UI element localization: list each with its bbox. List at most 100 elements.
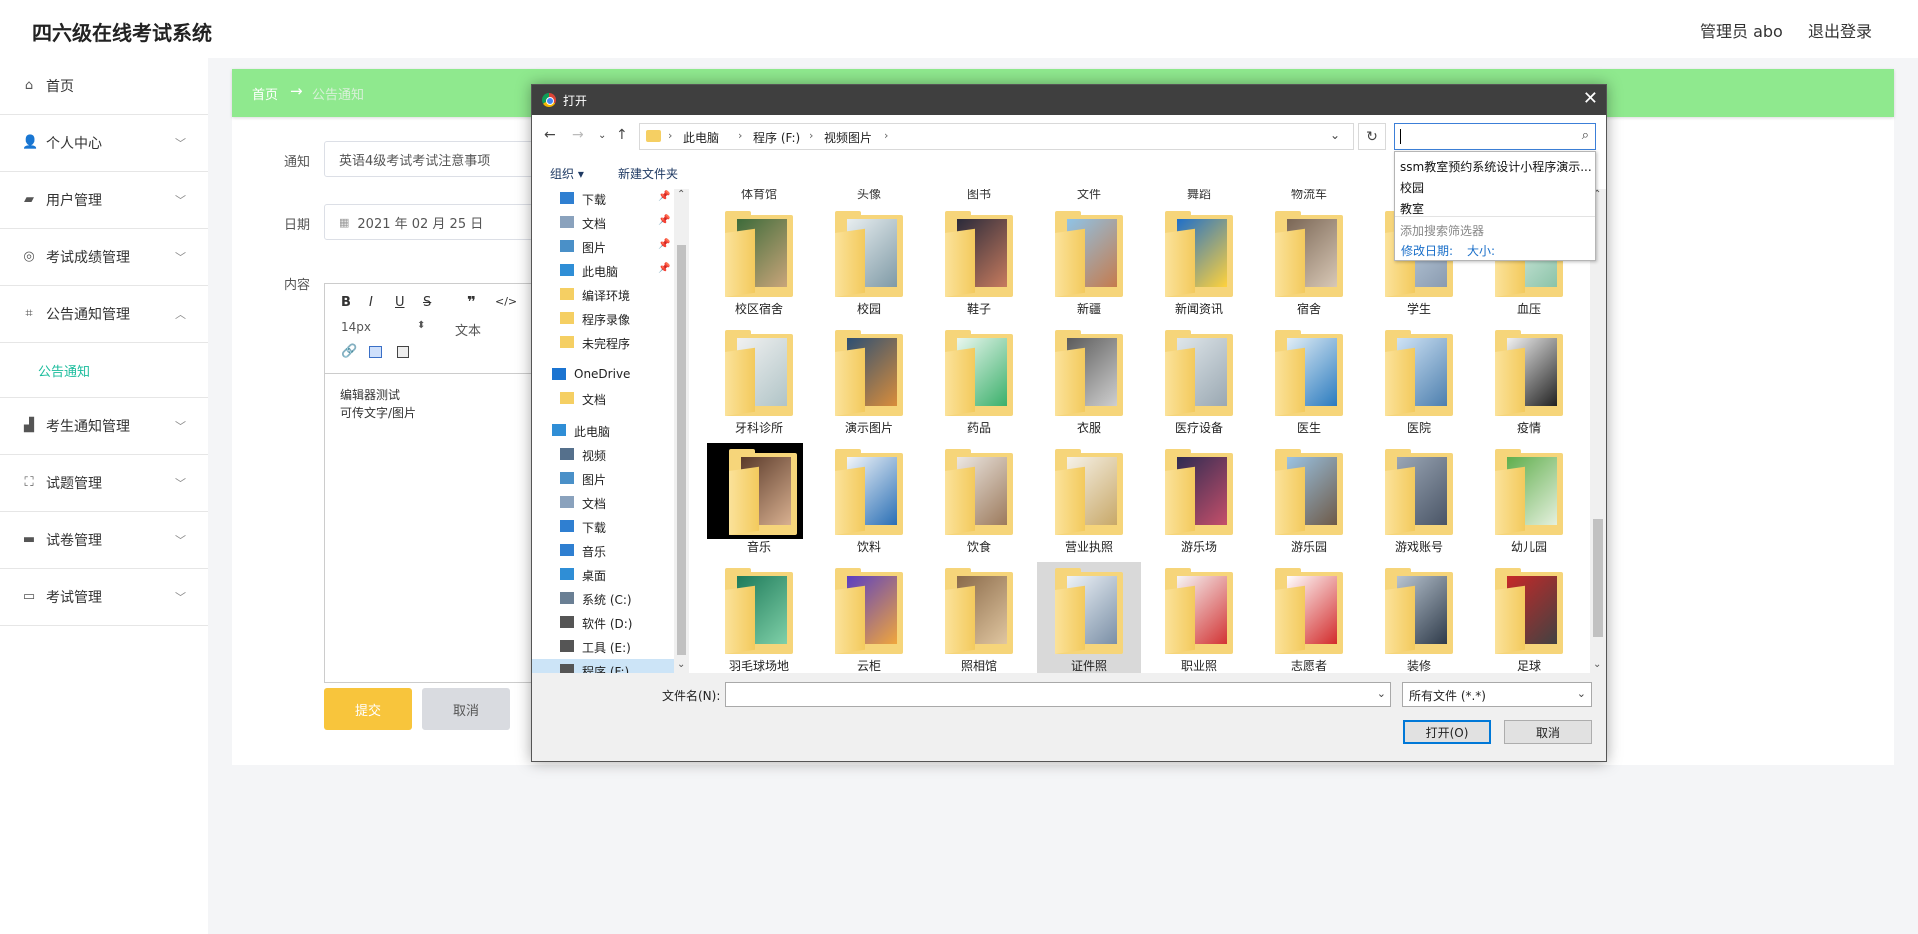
- suggestion-item[interactable]: ssm教室预约系统设计小程序演示...: [1400, 158, 1592, 175]
- folder-tile[interactable]: 游戏账号: [1367, 443, 1471, 561]
- folder-tile[interactable]: 宿舍: [1257, 205, 1361, 323]
- nav-item[interactable]: 下载 📌: [532, 189, 682, 211]
- search-icon[interactable]: ⌕: [1582, 128, 1589, 143]
- sidebar-item[interactable]: ▬ 试卷管理 ﹀: [0, 512, 208, 569]
- close-icon[interactable]: ✕: [1583, 88, 1598, 109]
- search-input[interactable]: ⌕: [1394, 123, 1596, 150]
- folder-label-partial[interactable]: 文件: [1077, 189, 1101, 202]
- filetype-select[interactable]: 所有文件 (*.*) ⌄: [1402, 682, 1592, 707]
- folder-tile[interactable]: 游乐场: [1147, 443, 1251, 561]
- folder-tile[interactable]: 照相馆: [927, 562, 1031, 673]
- submit-button[interactable]: 提交: [324, 688, 412, 730]
- folder-tile[interactable]: 演示图片: [817, 324, 921, 442]
- folder-tile[interactable]: 医生: [1257, 324, 1361, 442]
- folder-tile[interactable]: 新疆: [1037, 205, 1141, 323]
- nav-item[interactable]: 音乐: [532, 539, 682, 563]
- folder-tile[interactable]: 游乐园: [1257, 443, 1361, 561]
- sidebar-item[interactable]: ▭ 考试管理 ﹀: [0, 569, 208, 626]
- folder-tile[interactable]: 羽毛球场地: [707, 562, 811, 673]
- folder-label-partial[interactable]: 体育馆: [741, 189, 777, 202]
- folder-tile[interactable]: 幼儿园: [1477, 443, 1581, 561]
- path-segment[interactable]: 程序 (F:): [753, 129, 800, 146]
- filter-date-link[interactable]: 修改日期:: [1401, 242, 1453, 259]
- nav-item[interactable]: 此电脑: [532, 419, 682, 443]
- sidebar-item[interactable]: ▰ 用户管理 ﹀: [0, 172, 208, 229]
- folder-label-partial[interactable]: 图书: [967, 189, 991, 202]
- folder-label-partial[interactable]: 物流车: [1291, 189, 1327, 202]
- folder-tile[interactable]: 校园: [817, 205, 921, 323]
- nav-item[interactable]: 未完程序: [532, 331, 682, 355]
- address-dropdown-icon[interactable]: ⌄: [1330, 128, 1340, 142]
- folder-tile[interactable]: 装修: [1367, 562, 1471, 673]
- nav-item[interactable]: 图片: [532, 467, 682, 491]
- recent-dropdown-icon[interactable]: ⌄: [598, 130, 606, 141]
- video-icon[interactable]: [397, 346, 409, 358]
- folder-tile[interactable]: 饮料: [817, 443, 921, 561]
- folder-tile[interactable]: 校区宿舍: [707, 205, 811, 323]
- back-icon[interactable]: ←: [544, 127, 556, 143]
- nav-item[interactable]: 工具 (E:): [532, 635, 682, 659]
- up-icon[interactable]: ↑: [616, 127, 628, 143]
- nav-item[interactable]: 系统 (C:): [532, 587, 682, 611]
- scroll-up-icon[interactable]: ⌃: [677, 189, 685, 200]
- folder-tile[interactable]: 衣服: [1037, 324, 1141, 442]
- refresh-icon[interactable]: ↻: [1358, 123, 1386, 150]
- suggestion-item[interactable]: 校园: [1400, 179, 1592, 196]
- folder-label-partial[interactable]: 头像: [857, 189, 881, 202]
- nav-scroll-thumb[interactable]: [677, 245, 686, 655]
- scroll-down-icon[interactable]: ⌄: [677, 659, 685, 670]
- sidebar-item[interactable]: ⌗ 公告通知管理 ︿: [0, 286, 208, 343]
- nav-item[interactable]: 编译环境: [532, 283, 682, 307]
- code-icon[interactable]: </>: [495, 295, 517, 308]
- font-size-arrows-icon[interactable]: ⬍: [417, 320, 425, 331]
- rich-text-editor[interactable]: B I U S ❞ </> 14px ⬍ 文本 🔗 编辑器测试 可传文字/图片: [324, 283, 544, 683]
- folder-tile[interactable]: 志愿者: [1257, 562, 1361, 673]
- image-icon[interactable]: [369, 346, 382, 358]
- address-bar[interactable]: › 此电脑 › 程序 (F:) › 视频图片 › ⌄: [639, 123, 1354, 150]
- content-scroll-thumb[interactable]: [1593, 519, 1603, 637]
- breadcrumb-home[interactable]: 首页: [252, 84, 278, 103]
- nav-item[interactable]: 图片 📌: [532, 235, 682, 259]
- text-style-select[interactable]: 文本: [455, 320, 481, 339]
- filename-input[interactable]: ⌄: [725, 682, 1391, 707]
- cancel-button[interactable]: 取消: [422, 688, 510, 730]
- sidebar-item[interactable]: 👤 个人中心 ﹀: [0, 115, 208, 172]
- path-segment[interactable]: 此电脑: [683, 129, 719, 146]
- bold-icon[interactable]: B: [341, 295, 351, 310]
- nav-item[interactable]: OneDrive: [532, 363, 682, 387]
- nav-item[interactable]: 程序 (F:): [532, 659, 682, 673]
- folder-tile[interactable]: 新闻资讯: [1147, 205, 1251, 323]
- folder-tile[interactable]: 足球: [1477, 562, 1581, 673]
- scroll-down-icon[interactable]: ⌄: [1593, 659, 1601, 670]
- folder-tile[interactable]: 鞋子: [927, 205, 1031, 323]
- folder-label-partial[interactable]: 舞蹈: [1187, 189, 1211, 202]
- sidebar-item[interactable]: ◎ 考试成绩管理 ﹀: [0, 229, 208, 286]
- sidebar-item[interactable]: ⛶ 试题管理 ﹀: [0, 455, 208, 512]
- forward-icon[interactable]: →: [572, 127, 584, 143]
- folder-tile[interactable]: 证件照: [1037, 562, 1141, 673]
- organize-button[interactable]: 组织 ▾: [550, 165, 584, 182]
- logout-button[interactable]: 退出登录: [1808, 18, 1872, 42]
- quote-icon[interactable]: ❞: [467, 293, 476, 311]
- filter-size-link[interactable]: 大小:: [1467, 242, 1495, 259]
- sidebar-item[interactable]: ▟ 考生通知管理 ﹀: [0, 398, 208, 455]
- italic-icon[interactable]: I: [369, 295, 373, 310]
- folder-tile[interactable]: 医院: [1367, 324, 1471, 442]
- new-folder-button[interactable]: 新建文件夹: [618, 165, 678, 182]
- nav-item[interactable]: 文档 📌: [532, 211, 682, 235]
- folder-tile[interactable]: 营业执照: [1037, 443, 1141, 561]
- nav-item[interactable]: 文档: [532, 387, 682, 411]
- underline-icon[interactable]: U: [395, 295, 405, 310]
- content-scrollbar[interactable]: ⌃ ⌄: [1590, 189, 1606, 673]
- path-segment[interactable]: 视频图片: [824, 129, 872, 146]
- sidebar-subitem[interactable]: 公告通知: [0, 343, 208, 398]
- nav-scrollbar[interactable]: ⌃ ⌄: [674, 189, 689, 673]
- link-icon[interactable]: 🔗: [341, 344, 357, 359]
- sidebar-item[interactable]: ⌂ 首页: [0, 58, 208, 115]
- open-button[interactable]: 打开(O): [1403, 720, 1491, 744]
- nav-item[interactable]: 此电脑 📌: [532, 259, 682, 283]
- strike-icon[interactable]: S: [423, 295, 431, 310]
- suggestion-item[interactable]: 教室: [1400, 200, 1592, 217]
- folder-tile[interactable]: 牙科诊所: [707, 324, 811, 442]
- folder-tile[interactable]: 疫情: [1477, 324, 1581, 442]
